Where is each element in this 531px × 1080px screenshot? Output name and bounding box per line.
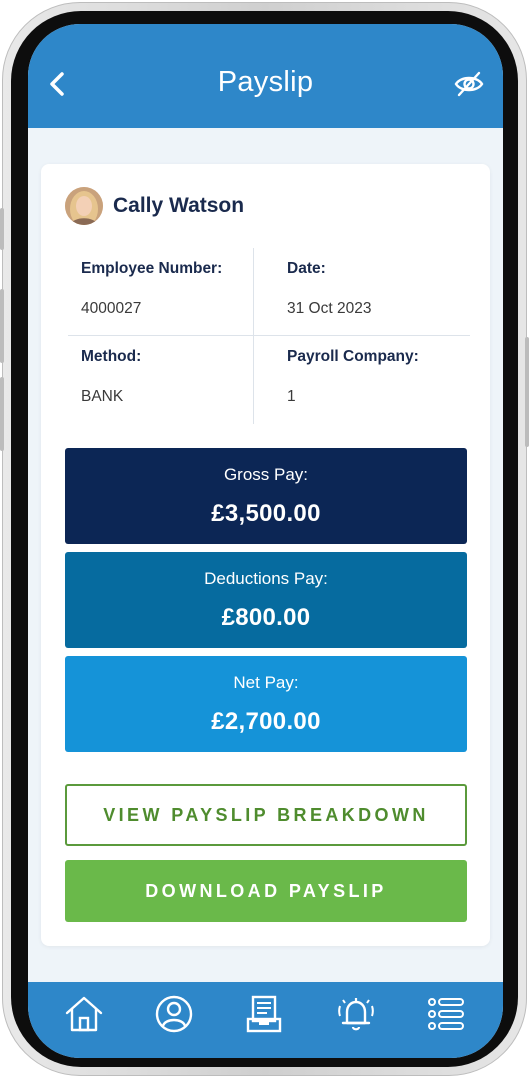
divider bbox=[253, 248, 254, 424]
side-button bbox=[0, 377, 4, 451]
profile-icon bbox=[155, 995, 193, 1033]
side-button bbox=[525, 337, 529, 447]
side-button bbox=[0, 208, 4, 250]
payroll-company-value: 1 bbox=[287, 388, 296, 405]
tab-payslip[interactable] bbox=[242, 992, 286, 1036]
deductions-pay-label: Deductions Pay: bbox=[204, 569, 328, 588]
eye-off-icon bbox=[454, 71, 484, 97]
method-label: Method: bbox=[81, 348, 142, 365]
net-pay-panel: Net Pay: £2,700.00 bbox=[65, 656, 467, 752]
deductions-pay-amount: £800.00 bbox=[221, 604, 311, 631]
employee-number-value: 4000027 bbox=[81, 300, 142, 317]
download-payslip-button[interactable]: DOWNLOAD PAYSLIP bbox=[65, 860, 467, 922]
payslip-details: Employee Number: 4000027 Date: 31 Oct 20… bbox=[68, 248, 470, 424]
divider bbox=[68, 335, 470, 336]
net-pay-amount: £2,700.00 bbox=[211, 708, 321, 735]
date-value: 31 Oct 2023 bbox=[287, 300, 372, 317]
payslip-card: Cally Watson Employee Number: 4000027 Da… bbox=[41, 164, 490, 946]
app-screen: Payslip Cally Watson Employee Number: 40… bbox=[28, 24, 503, 1058]
gross-pay-label: Gross Pay: bbox=[223, 465, 309, 484]
home-icon bbox=[65, 996, 103, 1032]
employee-header: Cally Watson bbox=[65, 186, 244, 226]
menu-list-icon bbox=[428, 998, 464, 1030]
view-payslip-breakdown-button[interactable]: VIEW PAYSLIP BREAKDOWN bbox=[65, 784, 467, 846]
gross-pay-amount: £3,500.00 bbox=[211, 500, 321, 527]
toggle-visibility-button[interactable] bbox=[453, 70, 485, 98]
avatar-portrait bbox=[65, 187, 103, 225]
notification-bell-icon bbox=[338, 998, 374, 1031]
side-button bbox=[0, 289, 4, 363]
bottom-tab-bar bbox=[28, 982, 503, 1058]
payslip-icon bbox=[246, 995, 282, 1033]
method-value: BANK bbox=[81, 388, 124, 405]
app-header: Payslip bbox=[28, 24, 503, 128]
tab-menu[interactable] bbox=[424, 992, 468, 1036]
page-title: Payslip bbox=[217, 66, 314, 98]
tab-profile[interactable] bbox=[152, 992, 196, 1036]
avatar bbox=[65, 187, 103, 225]
date-label: Date: bbox=[287, 260, 326, 277]
employee-name: Cally Watson bbox=[113, 194, 245, 217]
tab-home[interactable] bbox=[62, 992, 106, 1036]
gross-pay-panel: Gross Pay: £3,500.00 bbox=[65, 448, 467, 544]
deductions-pay-panel: Deductions Pay: £800.00 bbox=[65, 552, 467, 648]
net-pay-label: Net Pay: bbox=[233, 673, 299, 692]
payroll-company-label: Payroll Company: bbox=[287, 348, 419, 365]
tab-notifications[interactable] bbox=[334, 992, 378, 1036]
employee-number-label: Employee Number: bbox=[81, 260, 223, 277]
